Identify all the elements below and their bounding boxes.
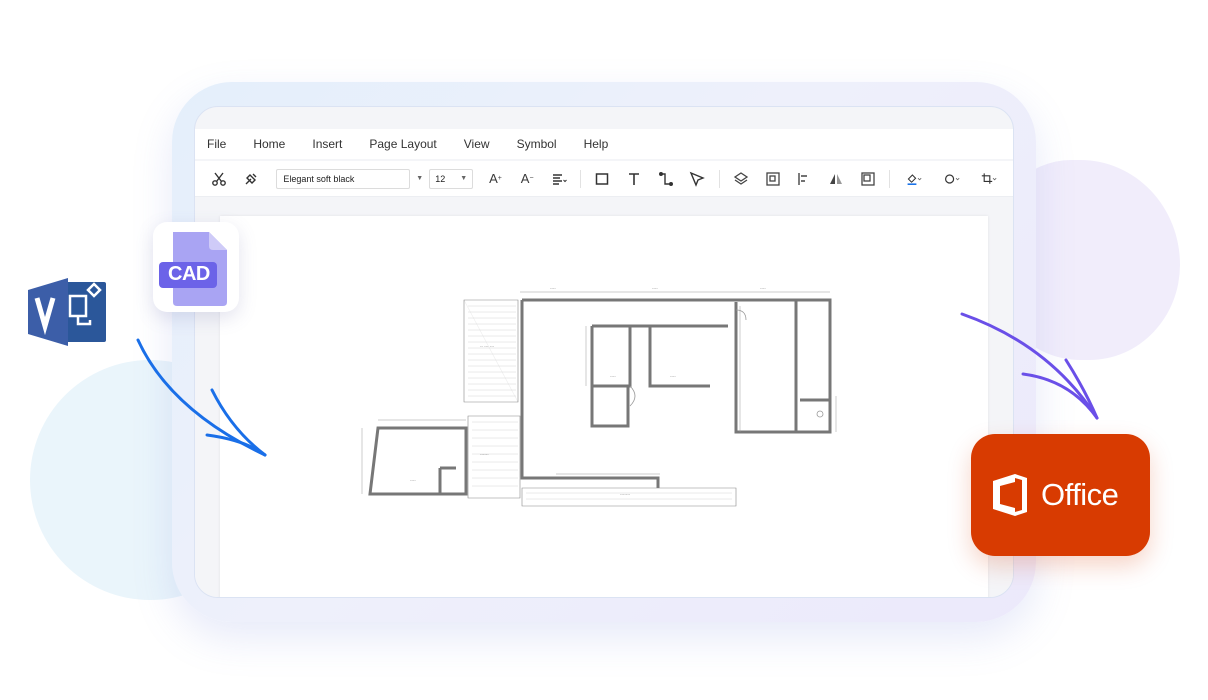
svg-text:-- --- ---: -- --- --- bbox=[480, 344, 495, 349]
position-icon[interactable] bbox=[857, 168, 878, 190]
decrease-font-icon[interactable]: A − bbox=[517, 168, 538, 190]
cad-file-card: CAD bbox=[153, 222, 239, 312]
visio-logo bbox=[28, 278, 106, 346]
menu-home[interactable]: Home bbox=[253, 137, 285, 151]
toolbar: Elegant soft black ▼ 12 ▼ A + A − bbox=[195, 161, 1013, 197]
svg-text:----: ---- bbox=[652, 286, 658, 291]
menu-view[interactable]: View bbox=[464, 137, 490, 151]
flip-icon[interactable] bbox=[826, 168, 847, 190]
office-badge: Office bbox=[971, 434, 1150, 556]
menu-help[interactable]: Help bbox=[584, 137, 609, 151]
menu-bar: File Home Insert Page Layout View Symbol… bbox=[195, 129, 1013, 159]
fill-icon[interactable] bbox=[901, 168, 927, 190]
cut-icon[interactable] bbox=[209, 168, 230, 190]
increase-font-icon[interactable]: A + bbox=[485, 168, 506, 190]
font-size-value: 12 bbox=[435, 173, 446, 184]
line-icon[interactable] bbox=[938, 168, 964, 190]
rectangle-icon[interactable] bbox=[592, 168, 613, 190]
svg-text:----: ---- bbox=[670, 374, 676, 379]
align-left-icon[interactable] bbox=[794, 168, 815, 190]
align-icon[interactable] bbox=[549, 168, 570, 190]
device-frame: File Home Insert Page Layout View Symbol… bbox=[172, 82, 1036, 622]
app-window: File Home Insert Page Layout View Symbol… bbox=[194, 106, 1014, 598]
drawing-page[interactable]: ---- ---- ---- -- --- --- ---- ---- ----… bbox=[220, 216, 988, 597]
group-icon[interactable] bbox=[762, 168, 783, 190]
office-logo-icon bbox=[993, 474, 1027, 516]
svg-text:----: ---- bbox=[610, 374, 616, 379]
format-painter-icon[interactable] bbox=[241, 168, 262, 190]
layers-icon[interactable] bbox=[731, 168, 752, 190]
menu-page-layout[interactable]: Page Layout bbox=[369, 137, 436, 151]
svg-text:----: ---- bbox=[410, 478, 416, 483]
floor-plan-drawing: ---- ---- ---- -- --- --- ---- ---- ----… bbox=[361, 286, 837, 507]
svg-text:----: ---- bbox=[550, 286, 556, 291]
font-family-select[interactable]: Elegant soft black bbox=[276, 168, 411, 189]
crop-icon[interactable] bbox=[976, 168, 1002, 190]
cad-label: CAD bbox=[168, 263, 210, 285]
svg-text:-------: ------- bbox=[620, 492, 631, 497]
canvas-area: ---- ---- ---- -- --- --- ---- ---- ----… bbox=[195, 197, 1013, 597]
svg-text:------: ------ bbox=[480, 452, 489, 457]
font-size-select[interactable]: 12 ▼ bbox=[429, 168, 474, 189]
text-icon[interactable] bbox=[624, 168, 645, 190]
font-family-caret-icon[interactable]: ▼ bbox=[416, 175, 423, 182]
office-label: Office bbox=[1041, 477, 1119, 512]
font-size-caret-icon: ▼ bbox=[460, 175, 468, 182]
toolbar-divider bbox=[580, 169, 582, 188]
connector-icon[interactable] bbox=[655, 168, 676, 190]
menu-insert[interactable]: Insert bbox=[312, 137, 342, 151]
svg-text:----: ---- bbox=[760, 286, 766, 291]
toolbar-divider bbox=[889, 169, 891, 188]
menu-symbol[interactable]: Symbol bbox=[517, 137, 557, 151]
menu-file[interactable]: File bbox=[207, 137, 226, 151]
toolbar-divider bbox=[718, 169, 720, 188]
pointer-icon[interactable] bbox=[687, 168, 708, 190]
